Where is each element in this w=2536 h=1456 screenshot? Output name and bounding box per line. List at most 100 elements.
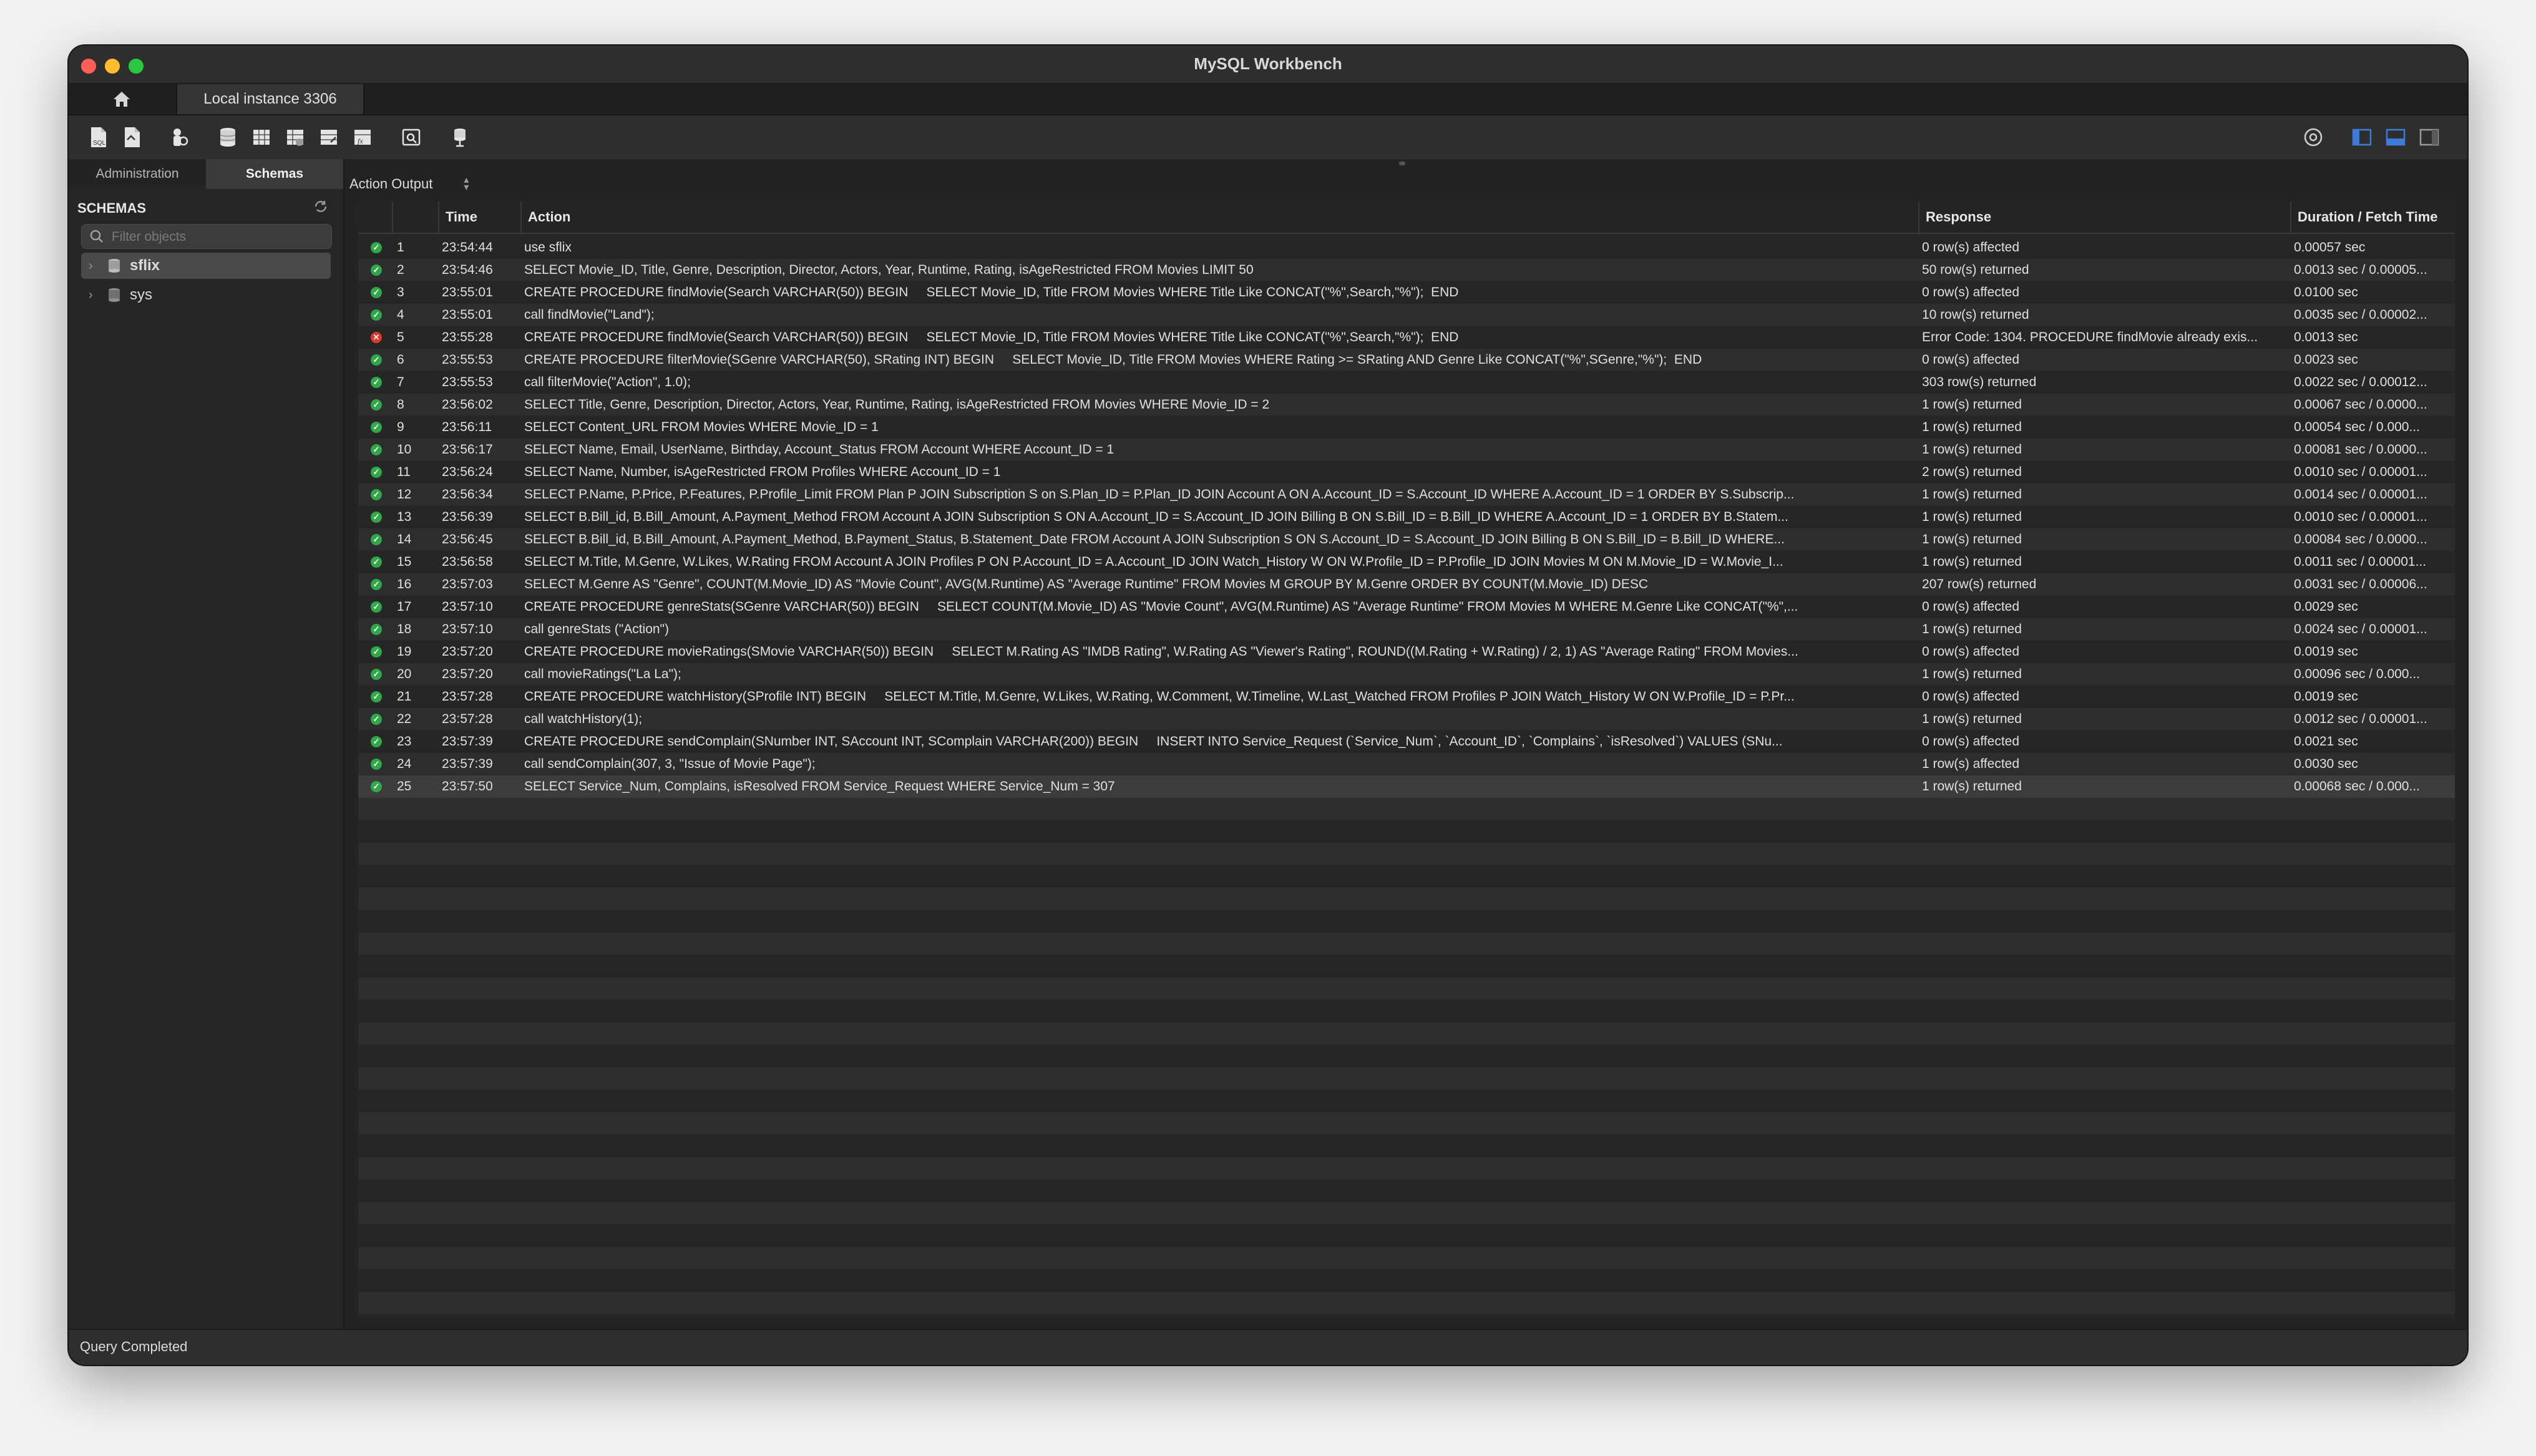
output-row[interactable]: ✓ 10 23:56:17 SELECT Name, Email, UserName,… [358,439,2455,461]
output-row[interactable]: ✓ 18 23:57:10 call genreStats ("Action") 1 r… [358,618,2455,641]
success-check-icon: ✓ [371,534,382,545]
row-action: call filterMovie("Action", 1.0); [524,375,691,389]
row-time: 23:55:28 [442,330,493,344]
row-number: 4 [397,308,404,322]
output-row[interactable]: ✓ 23 23:57:39 CREATE PROCEDURE sendComplain… [358,730,2455,753]
panel-resize-handle[interactable] [1399,162,1405,165]
row-time: 23:55:53 [442,352,493,367]
row-action: CREATE PROCEDURE sendComplain(SNumber IN… [524,734,1783,749]
output-row[interactable]: ✓ 24 23:57:39 call sendComplain(307, 3, "Is… [358,753,2455,775]
chevron-right-icon[interactable]: › [89,288,101,303]
search-table-icon[interactable] [399,125,423,149]
tab-schemas[interactable]: Schemas [206,159,343,189]
reconnect-icon[interactable] [448,125,472,149]
column-header-duration[interactable]: Duration / Fetch Time [2290,201,2455,233]
schema-item-sflix[interactable]: › sflix [81,253,331,279]
row-time: 23:56:58 [442,555,493,569]
filter-objects-field[interactable] [81,224,332,250]
settings-icon[interactable] [2301,125,2325,149]
row-time: 23:56:24 [442,465,493,479]
new-sql-file-icon[interactable]: SQL [86,125,110,149]
row-response: 207 row(s) returned [1922,577,2037,591]
column-header-time[interactable]: Time [438,201,520,233]
row-time: 23:56:39 [442,510,493,524]
row-duration: 0.0012 sec / 0.00001... [2294,712,2427,726]
toggle-secondary-sidebar-icon[interactable] [2417,125,2441,149]
home-tab[interactable] [69,84,175,114]
row-number: 10 [397,442,412,457]
row-number: 24 [397,757,412,771]
output-row[interactable]: ✓ 7 23:55:53 call filterMovie("Action", 1.0… [358,371,2455,394]
column-header-number[interactable] [392,201,438,233]
app-window: MySQL Workbench Local instance 3306 SQL [69,46,2467,1365]
output-row[interactable]: ✓ 21 23:57:28 CREATE PROCEDURE watchHistory… [358,686,2455,708]
empty-row [358,1202,2455,1225]
create-view-icon[interactable] [283,125,307,149]
column-header-response[interactable]: Response [1918,201,2290,233]
output-row[interactable]: ✓ 12 23:56:34 SELECT P.Name, P.Price, P.Fea… [358,483,2455,506]
row-duration: 0.00067 sec / 0.0000... [2294,397,2427,412]
row-duration: 0.0010 sec / 0.00001... [2294,510,2427,524]
output-row[interactable]: ✓ 8 23:56:02 SELECT Title, Genre, Descripti… [358,394,2455,416]
output-row[interactable]: ✓ 11 23:56:24 SELECT Name, Number, isAgeRes… [358,461,2455,483]
schema-name: sys [130,286,152,303]
output-row[interactable]: ✓ 14 23:56:45 SELECT B.Bill_id, B.Bill_Amou… [358,528,2455,551]
output-row[interactable]: ✓ 15 23:56:58 SELECT M.Title, M.Genre, W.Li… [358,551,2455,573]
filter-objects-input[interactable] [110,225,325,250]
row-time: 23:57:28 [442,689,493,704]
empty-row [358,1157,2455,1180]
row-time: 23:57:03 [442,577,493,591]
create-procedure-icon[interactable] [317,125,341,149]
refresh-schemas-icon[interactable] [313,199,328,217]
create-schema-icon[interactable] [216,125,240,149]
row-response: 0 row(s) affected [1922,734,2020,749]
success-check-icon: ✓ [371,354,382,366]
output-row[interactable]: ✓ 13 23:56:39 SELECT B.Bill_id, B.Bill_Amou… [358,506,2455,528]
row-duration: 0.0023 sec [2294,352,2358,367]
output-row[interactable]: ✓ 25 23:57:50 SELECT Service_Num, Complains… [358,775,2455,798]
row-number: 11 [397,465,411,479]
output-row[interactable]: ✓ 16 23:57:03 SELECT M.Genre AS "Genre", CO… [358,573,2455,596]
tab-administration[interactable]: Administration [69,159,206,189]
output-type-select[interactable]: Action Output ▴ ▾ [349,173,469,195]
output-row[interactable]: ✓ 9 23:56:11 SELECT Content_URL FROM Movies… [358,416,2455,439]
row-number: 12 [397,487,412,502]
column-header-action[interactable]: Action [520,201,1918,233]
inspector-icon[interactable] [167,125,191,149]
row-response: 1 row(s) returned [1922,510,2022,524]
create-function-icon[interactable]: fx [351,125,374,149]
toggle-sidebar-icon[interactable] [2350,125,2374,149]
empty-row [358,1135,2455,1157]
output-row[interactable]: ✓ 22 23:57:28 call watchHistory(1); 1 row(s)… [358,708,2455,730]
row-duration: 0.0011 sec / 0.00001... [2294,555,2427,569]
database-icon [109,288,120,302]
toggle-output-icon[interactable] [2384,125,2407,149]
open-sql-file-icon[interactable] [120,125,144,149]
output-row[interactable]: ✓ 2 23:54:46 SELECT Movie_ID, Title, Genre,… [358,259,2455,281]
output-row[interactable]: ✓ 3 23:55:01 CREATE PROCEDURE findMovie(Sea… [358,281,2455,304]
row-number: 18 [397,622,412,636]
output-row[interactable]: ✓ 19 23:57:20 CREATE PROCEDURE movieRatings… [358,641,2455,663]
output-type-label: Action Output [349,176,433,192]
output-row[interactable]: ✓ 6 23:55:53 CREATE PROCEDURE filterMovie(S… [358,349,2455,371]
success-check-icon: ✓ [371,242,382,253]
output-row[interactable]: ✕ 5 23:55:28 CREATE PROCEDURE findMovie(Sea… [358,326,2455,349]
create-table-icon[interactable] [250,125,273,149]
row-response: 0 row(s) affected [1922,599,2020,614]
sidebar-tabs: Administration Schemas [69,159,343,189]
row-action: CREATE PROCEDURE filterMovie(SGenre VARC… [524,352,1702,367]
row-response: 0 row(s) affected [1922,285,2020,299]
output-row[interactable]: ✓ 4 23:55:01 call findMovie("Land"); 10 row(… [358,304,2455,326]
row-number: 17 [397,599,412,614]
window-title: MySQL Workbench [1194,54,1342,73]
chevron-right-icon[interactable]: › [89,259,101,273]
connection-tab[interactable]: Local instance 3306 [176,84,364,114]
output-row[interactable]: ✓ 17 23:57:10 CREATE PROCEDURE genreStats(S… [358,596,2455,618]
row-response: 1 row(s) returned [1922,442,2022,457]
row-duration: 0.0021 sec [2294,734,2358,749]
output-row[interactable]: ✓ 20 23:57:20 call movieRatings("La La"); 1 … [358,663,2455,686]
row-response: 50 row(s) returned [1922,263,2029,277]
row-number: 19 [397,644,412,659]
output-row[interactable]: ✓ 1 23:54:44 use sflix 0 row(s) affected 0.00… [358,236,2455,259]
schema-item-sys[interactable]: › sys [81,282,331,308]
